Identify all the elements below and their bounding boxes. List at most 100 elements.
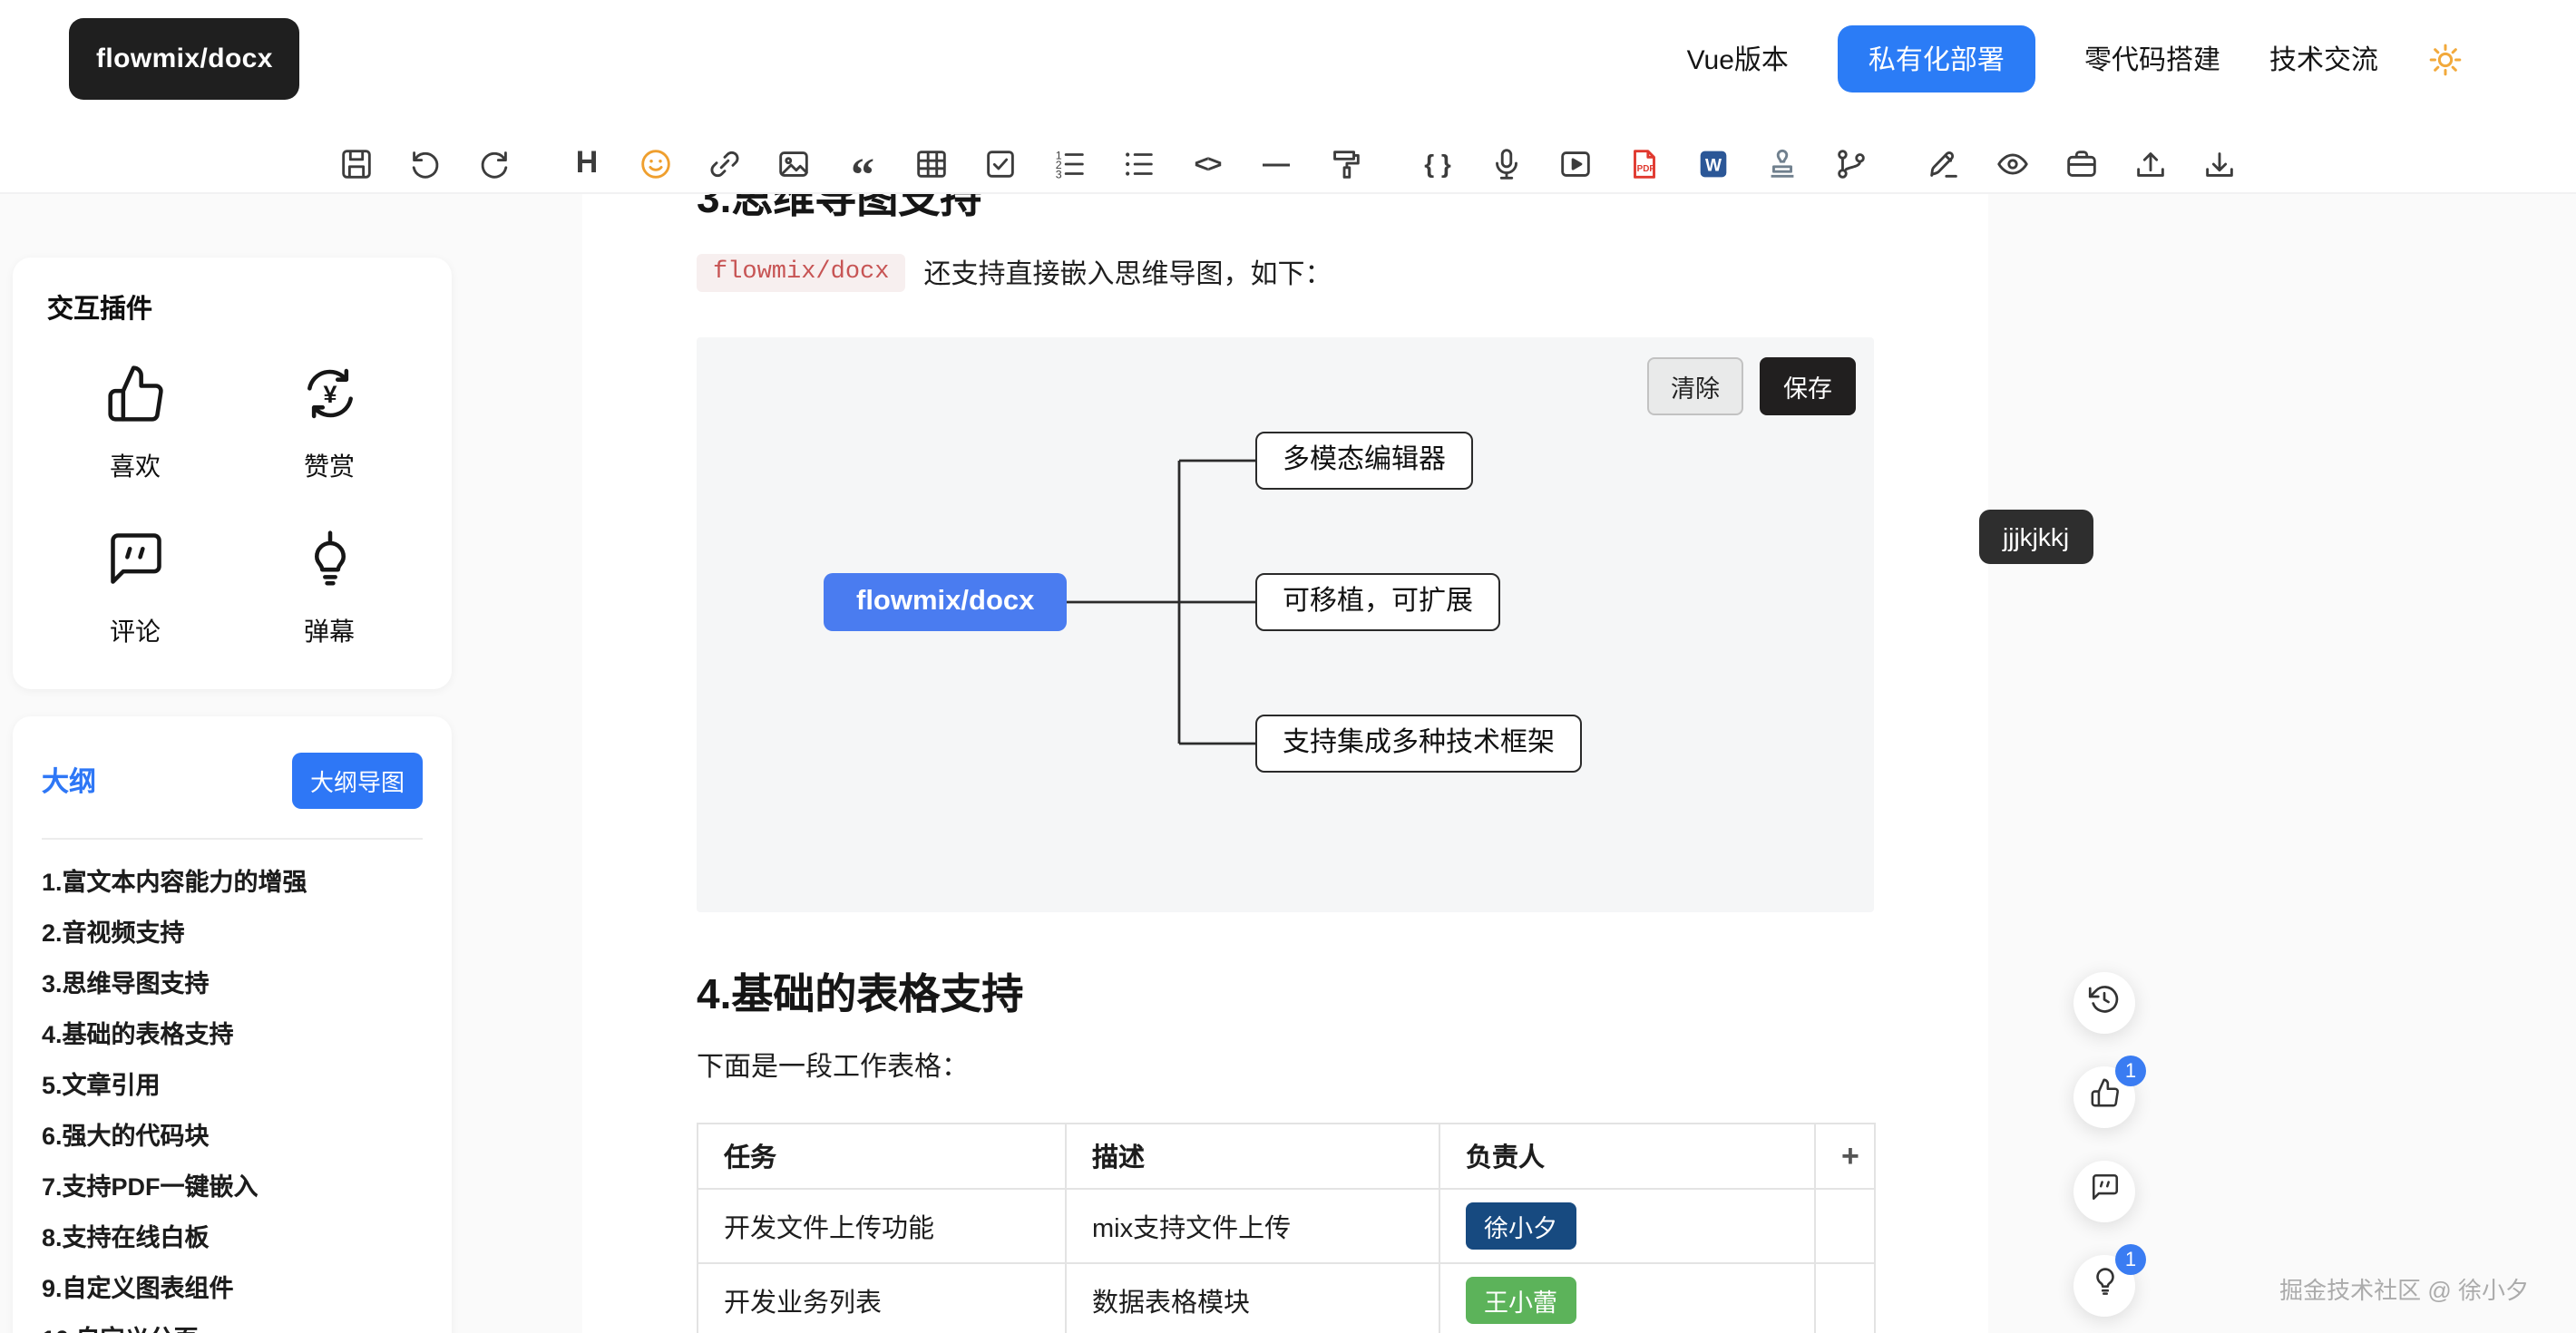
floating-action-column: 1 1 (2073, 972, 2135, 1317)
cell-desc[interactable]: 数据表格模块 (1066, 1263, 1439, 1333)
outline-item-1[interactable]: 1.富文本内容能力的增强 (42, 858, 423, 909)
microphone-icon[interactable] (1485, 141, 1528, 185)
plugin-danmaku-label: 弹幕 (304, 613, 355, 649)
download-icon[interactable] (2198, 141, 2241, 185)
preview-eye-icon[interactable] (1991, 141, 2034, 185)
redo-icon[interactable] (473, 141, 516, 185)
like-fab[interactable]: 1 (2073, 1066, 2135, 1128)
community-watermark: 掘金技术社区 @ 徐小夕 (2279, 1271, 2529, 1306)
unordered-list-icon[interactable] (1117, 141, 1160, 185)
plugin-comment[interactable]: 评论 (38, 528, 232, 649)
cell-task[interactable]: 开发文件上传功能 (698, 1189, 1066, 1263)
outline-item-7[interactable]: 7.支持PDF一键嵌入 (42, 1163, 423, 1213)
plugin-danmaku[interactable]: 弹幕 (232, 528, 426, 649)
inline-code-tag: flowmix/docx (697, 254, 905, 292)
outline-item-4[interactable]: 4.基础的表格支持 (42, 1010, 423, 1061)
cell-add[interactable] (1815, 1189, 1875, 1263)
thumbs-up-icon (104, 363, 166, 433)
word-icon[interactable]: W (1692, 141, 1735, 185)
toolbox-icon[interactable] (2060, 141, 2103, 185)
mindmap-save-button[interactable]: 保存 (1760, 357, 1856, 415)
table-row: 开发文件上传功能 mix支持文件上传 徐小夕 (698, 1189, 1875, 1263)
comment-fab[interactable] (2073, 1161, 2135, 1222)
mindmap-clear-button[interactable]: 清除 (1647, 357, 1743, 415)
outline-divider (42, 838, 423, 840)
table-header-desc[interactable]: 描述 (1066, 1124, 1439, 1189)
owner-badge: 徐小夕 (1466, 1202, 1576, 1250)
outline-item-3[interactable]: 3.思维导图支持 (42, 959, 423, 1010)
mindmap-intro-text: 还支持直接嵌入思维导图，如下： (923, 254, 1332, 292)
nav-vue-version-link[interactable]: Vue版本 (1687, 40, 1789, 78)
mindmap-node-3[interactable]: 支持集成多种技术框架 (1255, 715, 1582, 773)
navbar: flowmix/docx Vue版本 私有化部署 零代码搭建 技术交流 (0, 0, 2576, 118)
plugin-reward[interactable]: ¥ 赞赏 (232, 363, 426, 484)
mindmap-node-2[interactable]: 可移植，可扩展 (1255, 573, 1500, 631)
seal-icon[interactable] (1761, 141, 1804, 185)
quote-icon[interactable]: “ (841, 154, 884, 198)
nav-tech-community-link[interactable]: 技术交流 (2269, 40, 2378, 78)
plugin-reward-label: 赞赏 (304, 448, 355, 484)
cell-desc[interactable]: mix支持文件上传 (1066, 1189, 1439, 1263)
table-header-owner[interactable]: 负责人 (1439, 1124, 1815, 1189)
plugin-comment-label: 评论 (110, 613, 161, 649)
editor-toolbar: H “ 123 <> — { } (0, 118, 2576, 194)
checkbox-icon[interactable] (979, 141, 1022, 185)
owner-badge: 王小蕾 (1466, 1277, 1576, 1324)
svg-text:3: 3 (1056, 167, 1062, 180)
table-add-column-button[interactable]: + (1815, 1124, 1875, 1189)
idea-fab[interactable]: 1 (2073, 1255, 2135, 1317)
nav-nocode-builder-link[interactable]: 零代码搭建 (2084, 40, 2220, 78)
divider-icon[interactable]: — (1254, 141, 1298, 185)
table-header-task[interactable]: 任务 (698, 1124, 1066, 1189)
image-icon[interactable] (772, 141, 815, 185)
outline-item-2[interactable]: 2.音视频支持 (42, 909, 423, 959)
undo-icon[interactable] (404, 141, 447, 185)
outline-item-10[interactable]: 10.自定义分页 (42, 1315, 423, 1333)
outline-item-8[interactable]: 8.支持在线白板 (42, 1213, 423, 1264)
tab-outline[interactable]: 大纲 (42, 762, 96, 800)
plugins-grid: 喜欢 ¥ 赞赏 评论 弹 (38, 363, 426, 649)
like-count-badge: 1 (2115, 1056, 2146, 1086)
signature-icon[interactable] (1922, 141, 1966, 185)
nav-private-deploy-button[interactable]: 私有化部署 (1838, 25, 2035, 92)
cell-task[interactable]: 开发业务列表 (698, 1263, 1066, 1333)
table-lead-text: 下面是一段工作表格： (697, 1046, 1874, 1085)
video-icon[interactable] (1554, 141, 1597, 185)
inline-code-icon[interactable]: <> (1186, 141, 1229, 185)
cell-owner[interactable]: 徐小夕 (1439, 1189, 1815, 1263)
git-branch-icon[interactable] (1830, 141, 1873, 185)
heading-icon[interactable]: H (565, 141, 609, 185)
table-icon[interactable] (910, 141, 953, 185)
cell-owner[interactable]: 王小蕾 (1439, 1263, 1815, 1333)
plugins-card-title: 交互插件 (47, 288, 417, 326)
ordered-list-icon[interactable]: 123 (1048, 141, 1091, 185)
mindmap-intro: flowmix/docx 还支持直接嵌入思维导图，如下： (697, 254, 1874, 292)
cell-add[interactable] (1815, 1263, 1875, 1333)
plugin-like[interactable]: 喜欢 (38, 363, 232, 484)
svg-text:¥: ¥ (323, 381, 337, 408)
mindmap-panel: 清除 保存 flowmix/docx 多模态编辑器 可移植，可扩展 支持集成多种… (697, 337, 1874, 912)
mindmap-node-1[interactable]: 多模态编辑器 (1255, 432, 1473, 490)
outline-item-5[interactable]: 5.文章引用 (42, 1061, 423, 1112)
app-logo: flowmix/docx (69, 18, 300, 100)
save-icon[interactable] (335, 141, 378, 185)
section-4-heading: 4.基础的表格支持 (697, 967, 1874, 1021)
history-fab[interactable] (2073, 972, 2135, 1034)
link-icon[interactable] (703, 141, 746, 185)
pdf-icon[interactable]: PDF (1623, 141, 1666, 185)
upload-icon[interactable] (2129, 141, 2172, 185)
theme-toggle-sun-icon[interactable] (2427, 41, 2464, 77)
mindmap-root-node[interactable]: flowmix/docx (824, 573, 1067, 631)
interactive-plugins-card: 交互插件 喜欢 ¥ 赞赏 评 (13, 258, 452, 689)
comment-popup: jjjkjkkj (1979, 510, 2093, 564)
format-brush-icon[interactable] (1323, 141, 1367, 185)
outline-item-6[interactable]: 6.强大的代码块 (42, 1112, 423, 1163)
left-sidebar: 交互插件 喜欢 ¥ 赞赏 评 (13, 258, 452, 1333)
svg-text:W: W (1705, 156, 1722, 175)
code-block-icon[interactable]: { } (1416, 141, 1459, 185)
outline-item-9[interactable]: 9.自定义图表组件 (42, 1264, 423, 1315)
outline-mindmap-button[interactable]: 大纲导图 (292, 753, 423, 809)
comment-icon (2089, 1172, 2120, 1211)
emoji-icon[interactable] (634, 141, 678, 185)
outline-card: 大纲 大纲导图 1.富文本内容能力的增强 2.音视频支持 3.思维导图支持 4.… (13, 716, 452, 1333)
